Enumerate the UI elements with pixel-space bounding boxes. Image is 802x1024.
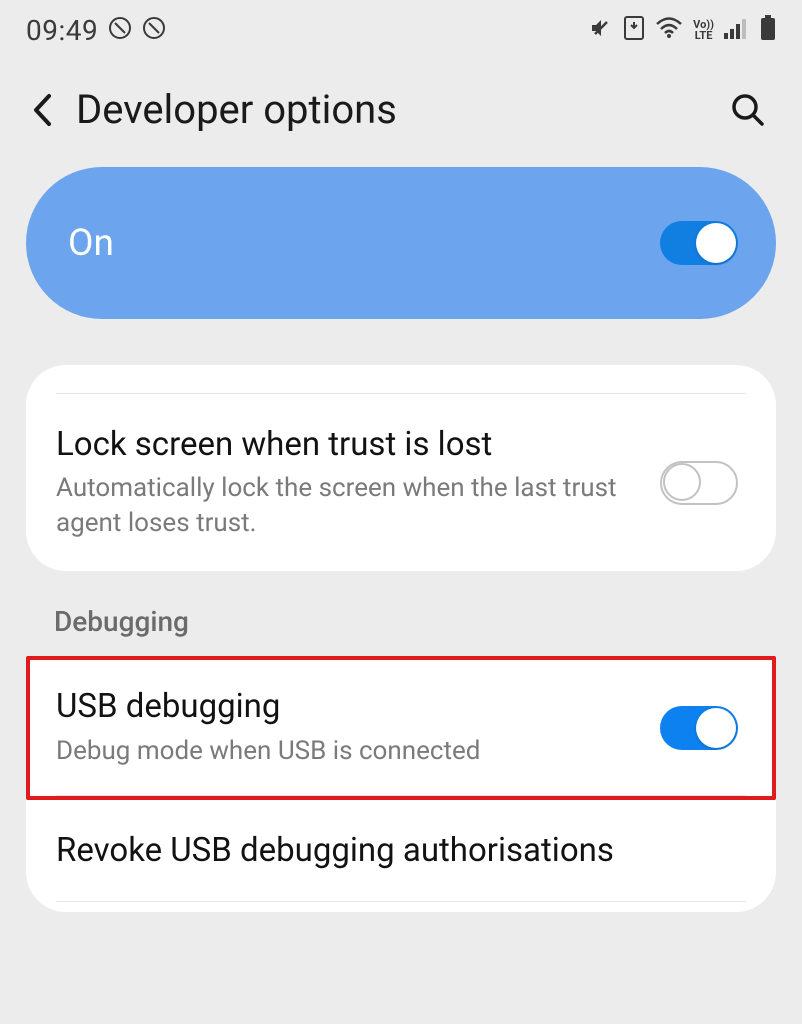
- row-title: USB debugging: [56, 686, 660, 727]
- data-saver-icon: [623, 15, 645, 45]
- notification-icon: [142, 14, 166, 47]
- notification-icon: [108, 14, 132, 47]
- row-lock-screen-trust[interactable]: Lock screen when trust is lost Automatic…: [26, 394, 776, 571]
- battery-icon: [760, 15, 776, 45]
- status-bar: 09:49 Vo))LTE: [0, 0, 802, 56]
- wifi-icon: [655, 17, 683, 43]
- master-switch-card[interactable]: On: [26, 167, 776, 319]
- mute-vibrate-icon: [589, 16, 613, 44]
- volte-icon: Vo))LTE: [693, 19, 714, 41]
- page-title: Developer options: [76, 86, 706, 133]
- highlighted-usb-debugging: USB debugging Debug mode when USB is con…: [26, 656, 776, 799]
- back-button[interactable]: [30, 98, 54, 122]
- section-header-debugging: Debugging: [0, 571, 802, 656]
- signal-icon: [724, 17, 750, 43]
- row-title: Revoke USB debugging authorisations: [56, 830, 738, 871]
- row-subtitle: Automatically lock the screen when the l…: [56, 471, 660, 541]
- master-switch-label: On: [68, 222, 660, 265]
- row-title: Lock screen when trust is lost: [56, 424, 660, 465]
- app-bar: Developer options: [0, 56, 802, 167]
- status-time: 09:49: [26, 14, 98, 47]
- lock-screen-trust-toggle[interactable]: [660, 461, 738, 505]
- row-revoke-usb-auth[interactable]: Revoke USB debugging authorisations: [26, 800, 776, 901]
- settings-card-lower: Revoke USB debugging authorisations: [26, 800, 776, 912]
- search-button[interactable]: [728, 90, 768, 130]
- settings-card: Lock screen when trust is lost Automatic…: [26, 365, 776, 571]
- usb-debugging-toggle[interactable]: [660, 706, 738, 750]
- master-toggle[interactable]: [660, 221, 738, 265]
- row-usb-debugging[interactable]: USB debugging Debug mode when USB is con…: [30, 660, 772, 794]
- row-subtitle: Debug mode when USB is connected: [56, 734, 660, 769]
